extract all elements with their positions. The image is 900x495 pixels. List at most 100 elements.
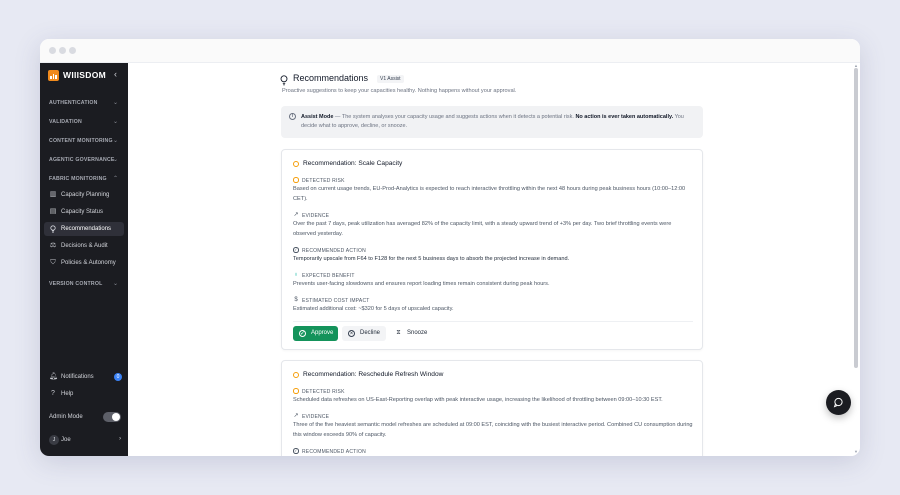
chart-icon: ▤ bbox=[49, 208, 57, 215]
section-version-control[interactable]: VERSION CONTROL bbox=[49, 281, 102, 287]
window-maximize-dot[interactable] bbox=[69, 47, 76, 54]
button-label: Snooze bbox=[407, 330, 428, 336]
sidebar-item-decisions-audit[interactable]: ⚖ Decisions & Audit bbox=[44, 239, 124, 253]
sidebar-item-policies-autonomy[interactable]: ⛉ Policies & Autonomy bbox=[44, 256, 124, 270]
scrollbar-thumb[interactable] bbox=[854, 68, 858, 368]
card-title: Recommendation: Reschedule Refresh Windo… bbox=[303, 371, 444, 378]
admin-mode-row: Admin Mode bbox=[44, 410, 124, 424]
warning-circle-icon bbox=[293, 372, 299, 378]
user-menu[interactable]: J Joe › bbox=[44, 433, 124, 447]
brand-name: WIIISDOM bbox=[63, 70, 107, 80]
notice-text: Assist Mode — The system analyses your c… bbox=[301, 113, 693, 131]
warning-circle-icon bbox=[293, 177, 299, 183]
field-label: EVIDENCE bbox=[302, 212, 330, 219]
chevron-down-icon[interactable]: ⌄ bbox=[113, 118, 118, 125]
warning-circle-icon bbox=[293, 161, 299, 167]
lightbulb-icon bbox=[280, 73, 288, 86]
chevron-down-icon[interactable]: ⌄ bbox=[113, 99, 118, 106]
sidebar-item-notifications[interactable]: 🔔︎ Notifications 0 bbox=[44, 370, 124, 384]
recommendation-card: Recommendation: Scale Capacity DETECTED … bbox=[281, 149, 703, 350]
page-title: Recommendations bbox=[293, 73, 369, 83]
scroll-down-icon[interactable]: ▼ bbox=[854, 449, 858, 454]
window-titlebar bbox=[40, 39, 860, 63]
sidebar-item-label: Policies & Autonomy bbox=[61, 259, 116, 266]
approve-button[interactable]: ✓ Approve bbox=[293, 326, 338, 341]
field-label: EVIDENCE bbox=[302, 413, 330, 420]
x-circle-icon: × bbox=[348, 330, 355, 337]
sidebar: WIIISDOM ‹ AUTHENTICATION ⌄ VALIDATION ⌄… bbox=[40, 63, 128, 456]
version-badge: V1 Assist bbox=[377, 75, 404, 83]
chevron-down-icon[interactable]: ⌄ bbox=[113, 137, 118, 144]
collapse-sidebar-icon[interactable]: ‹ bbox=[114, 69, 117, 79]
trend-up-icon: ↗ bbox=[293, 212, 299, 218]
detected-risk-text: Based on current usage trends, EU-Prod-A… bbox=[293, 186, 686, 202]
check-circle-icon: ✓ bbox=[293, 247, 299, 253]
button-label: Decline bbox=[360, 330, 381, 336]
admin-mode-toggle[interactable] bbox=[103, 411, 121, 422]
notice-emphasis: No action is ever taken automatically. bbox=[575, 114, 674, 120]
detected-risk-text: Scheduled data refreshes on US-East-Repo… bbox=[293, 397, 663, 403]
section-content-monitoring[interactable]: CONTENT MONITORING bbox=[49, 138, 113, 144]
assist-mode-notice: i Assist Mode — The system analyses your… bbox=[281, 106, 703, 138]
window-minimize-dot[interactable] bbox=[59, 47, 66, 54]
field-label: DETECTED RISK bbox=[302, 177, 345, 184]
trend-up-icon: ↗ bbox=[293, 413, 299, 419]
snooze-button[interactable]: ⧖ Snooze bbox=[389, 326, 429, 341]
admin-mode-label: Admin Mode bbox=[49, 413, 83, 420]
page-subtitle: Proactive suggestions to keep your capac… bbox=[282, 88, 517, 94]
section-validation[interactable]: VALIDATION bbox=[49, 119, 82, 125]
chat-button[interactable] bbox=[826, 390, 851, 415]
notification-count-badge: 0 bbox=[114, 373, 122, 381]
expected-benefit-text: Prevents user-facing slowdowns and ensur… bbox=[293, 281, 550, 287]
sidebar-item-label: Help bbox=[61, 390, 74, 397]
scales-icon: ⚖ bbox=[49, 242, 57, 249]
help-icon: ? bbox=[51, 390, 55, 397]
cost-impact-text: Estimated additional cost: ~$320 for 5 d… bbox=[293, 306, 454, 312]
notice-label: Assist Mode bbox=[301, 114, 334, 120]
info-icon: i bbox=[289, 113, 296, 120]
chevron-up-icon[interactable]: ⌃ bbox=[113, 175, 118, 182]
field-label: EXPECTED BENEFIT bbox=[302, 272, 355, 279]
divider bbox=[293, 321, 693, 322]
warning-circle-icon bbox=[293, 388, 299, 394]
sidebar-item-capacity-planning[interactable]: ▥ Capacity Planning bbox=[44, 188, 124, 202]
section-fabric-monitoring[interactable]: FABRIC MONITORING bbox=[49, 176, 107, 182]
sidebar-item-help[interactable]: ? Help bbox=[44, 387, 124, 401]
button-label: Approve bbox=[311, 330, 334, 336]
decline-button[interactable]: × Decline bbox=[342, 326, 386, 341]
lightbulb-icon: ♁ bbox=[293, 272, 299, 278]
snooze-clock-icon: ⧖ bbox=[396, 330, 401, 336]
sidebar-item-recommendations[interactable]: Recommendations bbox=[44, 222, 124, 236]
field-label: RECOMMENDED ACTION bbox=[302, 448, 366, 455]
sidebar-item-label: Decisions & Audit bbox=[61, 242, 108, 249]
app-window: WIIISDOM ‹ AUTHENTICATION ⌄ VALIDATION ⌄… bbox=[40, 39, 860, 456]
chevron-down-icon[interactable]: ⌄ bbox=[113, 280, 118, 287]
evidence-text: Over the past 7 days, peak utilization h… bbox=[293, 221, 672, 237]
sidebar-item-label: Recommendations bbox=[61, 225, 112, 232]
chevron-right-icon: › bbox=[119, 435, 122, 442]
chevron-down-icon[interactable]: ⌄ bbox=[113, 156, 118, 163]
window-close-dot[interactable] bbox=[49, 47, 56, 54]
main-content: Recommendations V1 Assist Proactive sugg… bbox=[128, 63, 860, 456]
lightbulb-icon bbox=[49, 225, 57, 233]
evidence-text: Three of the five heaviest semantic mode… bbox=[293, 422, 693, 438]
field-label: ESTIMATED COST IMPACT bbox=[302, 297, 370, 304]
section-authentication[interactable]: AUTHENTICATION bbox=[49, 100, 98, 106]
check-circle-icon: ✓ bbox=[299, 330, 306, 337]
card-title: Recommendation: Scale Capacity bbox=[303, 160, 403, 167]
section-agentic-governance[interactable]: AGENTIC GOVERNANCE bbox=[49, 157, 115, 163]
sidebar-item-label: Capacity Status bbox=[61, 208, 104, 215]
user-name: Joe bbox=[61, 436, 71, 443]
recommended-action-text: Temporarily upscale from F64 to F128 for… bbox=[293, 256, 570, 262]
dollar-icon: $ bbox=[294, 297, 298, 303]
sidebar-item-label: Capacity Planning bbox=[61, 191, 110, 198]
notice-body: — The system analyses your capacity usag… bbox=[333, 114, 576, 120]
bell-icon: 🔔︎ bbox=[49, 373, 58, 380]
chat-bubble-icon bbox=[833, 397, 843, 408]
field-label: DETECTED RISK bbox=[302, 388, 345, 395]
field-label: RECOMMENDED ACTION bbox=[302, 247, 366, 254]
sidebar-item-capacity-status[interactable]: ▤ Capacity Status bbox=[44, 205, 124, 219]
shield-icon: ⛉ bbox=[50, 259, 56, 266]
avatar: J bbox=[49, 435, 59, 445]
check-circle-icon: ✓ bbox=[293, 448, 299, 454]
